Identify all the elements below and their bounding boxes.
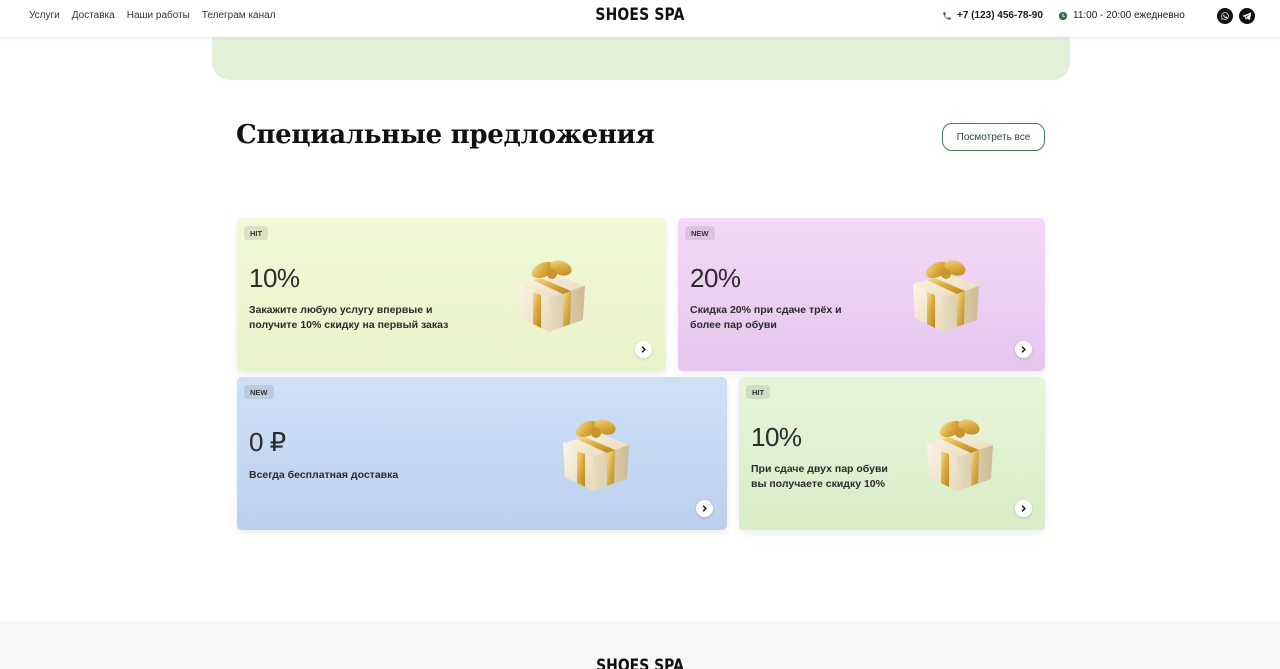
offer-card[interactable]: NEW 0 ₽ Всегда бесплатная доставка [237, 377, 727, 530]
phone-icon [943, 11, 951, 20]
offer-description: При сдаче двух пар обуви вы получаете ск… [751, 463, 888, 490]
view-all-button[interactable]: Посмотреть все [942, 123, 1045, 151]
arrow-right-icon[interactable] [635, 341, 652, 358]
offer-description: Закажите любую услугу впервые и получите… [249, 304, 449, 331]
offer-description: Всегда бесплатная доставка [249, 469, 399, 481]
section-title: Специальные предложения [236, 120, 655, 150]
nav-link-services[interactable]: Услуги [29, 10, 60, 21]
offer-value: 20% [690, 263, 741, 293]
arrow-right-icon[interactable] [1015, 500, 1032, 517]
footer-logo[interactable]: SHOES SPA [115, 656, 1165, 669]
gift-box-icon [921, 413, 999, 493]
social-links [1217, 8, 1255, 24]
site-header: Услуги Доставка Наши работы Телеграм кан… [0, 0, 1280, 37]
offer-value: 10% [751, 422, 802, 452]
gift-box-icon [557, 413, 635, 493]
offer-description: Скидка 20% при сдаче трёх и более пар об… [690, 304, 842, 331]
offer-card[interactable]: HIT 10% При сдаче двух пар обуви вы полу… [739, 377, 1045, 530]
offer-badge: NEW [244, 385, 274, 399]
hours-text: 11:00 - 20:00 ежедневно [1073, 10, 1185, 21]
offer-card[interactable]: NEW 20% Скидка 20% при сдаче трёх и боле… [678, 218, 1045, 371]
whatsapp-icon[interactable] [1217, 8, 1233, 24]
working-hours: 11:00 - 20:00 ежедневно [1058, 10, 1185, 21]
telegram-icon[interactable] [1239, 8, 1255, 24]
clock-icon [1058, 11, 1068, 20]
arrow-right-icon[interactable] [696, 500, 713, 517]
offer-value: 0 ₽ [249, 427, 286, 457]
offer-badge: NEW [685, 226, 715, 240]
phone-number: +7 (123) 456-78-90 [957, 10, 1043, 21]
nav-link-delivery[interactable]: Доставка [72, 10, 115, 21]
gift-box-icon [513, 254, 591, 334]
phone-contact[interactable]: +7 (123) 456-78-90 [942, 10, 1043, 21]
arrow-right-icon[interactable] [1015, 341, 1032, 358]
offer-badge: HIT [746, 385, 771, 399]
offer-card[interactable]: HIT 10% Закажите любую услугу впервые и … [237, 218, 666, 371]
site-footer: SHOES SPA [0, 622, 1280, 669]
gift-box-icon [907, 254, 985, 334]
offer-badge: HIT [244, 226, 269, 240]
offer-value: 10% [249, 263, 300, 293]
